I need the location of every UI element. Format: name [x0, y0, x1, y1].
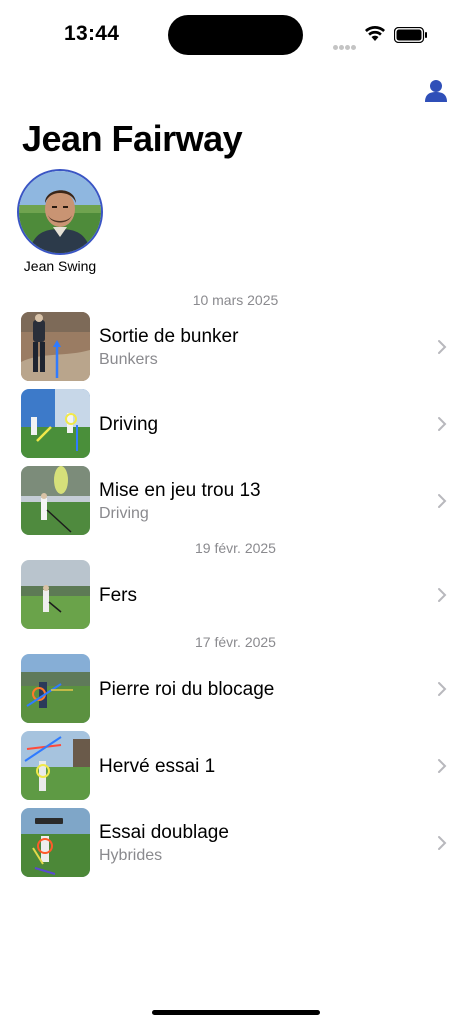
- list-item[interactable]: Mise en jeu trou 13 Driving: [0, 466, 471, 536]
- wifi-icon: [365, 26, 385, 41]
- session-thumbnail: [21, 808, 90, 877]
- list-item[interactable]: Pierre roi du blocage: [0, 654, 471, 724]
- avatar[interactable]: [17, 169, 103, 255]
- session-subtitle: Driving: [99, 505, 149, 522]
- session-thumbnail: [21, 654, 90, 723]
- page-title: Jean Fairway: [22, 118, 243, 159]
- session-title: Fers: [99, 585, 137, 606]
- section-date: 19 févr. 2025: [195, 540, 276, 556]
- list-item[interactable]: Essai doublage Hybrides: [0, 808, 471, 878]
- session-title: Driving: [99, 414, 159, 435]
- profile-name: Jean Swing: [23, 258, 97, 274]
- chevron-right-icon: [438, 340, 447, 354]
- session-thumbnail: [21, 560, 90, 629]
- chevron-right-icon: [438, 588, 447, 602]
- dynamic-island: [168, 15, 303, 55]
- session-title: Sortie de bunker: [99, 326, 239, 347]
- list-item[interactable]: Sortie de bunker Bunkers: [0, 312, 471, 382]
- status-bar: 13:44: [0, 0, 471, 70]
- home-indicator[interactable]: [152, 1010, 320, 1015]
- list-item[interactable]: Hervé essai 1: [0, 731, 471, 801]
- status-time: 13:44: [64, 22, 120, 45]
- chevron-right-icon: [438, 682, 447, 696]
- cellular-signal-icon: [333, 37, 357, 55]
- battery-icon: [394, 27, 427, 43]
- person-icon[interactable]: [423, 78, 449, 104]
- list-item[interactable]: Driving: [0, 389, 471, 459]
- list-item[interactable]: Fers: [0, 560, 471, 630]
- section-date: 10 mars 2025: [192, 292, 279, 308]
- section-date: 17 févr. 2025: [195, 634, 276, 650]
- chevron-right-icon: [438, 759, 447, 773]
- session-title: Hervé essai 1: [99, 756, 216, 777]
- session-subtitle: Bunkers: [99, 351, 158, 368]
- chevron-right-icon: [438, 836, 447, 850]
- session-thumbnail: [21, 389, 90, 458]
- session-subtitle: Hybrides: [99, 847, 163, 864]
- chevron-right-icon: [438, 494, 447, 508]
- session-title: Mise en jeu trou 13: [99, 480, 261, 501]
- session-title: Essai doublage: [99, 822, 229, 843]
- session-thumbnail: [21, 466, 90, 535]
- session-title: Pierre roi du blocage: [99, 679, 275, 700]
- session-thumbnail: [21, 731, 90, 800]
- chevron-right-icon: [438, 417, 447, 431]
- session-thumbnail: [21, 312, 90, 381]
